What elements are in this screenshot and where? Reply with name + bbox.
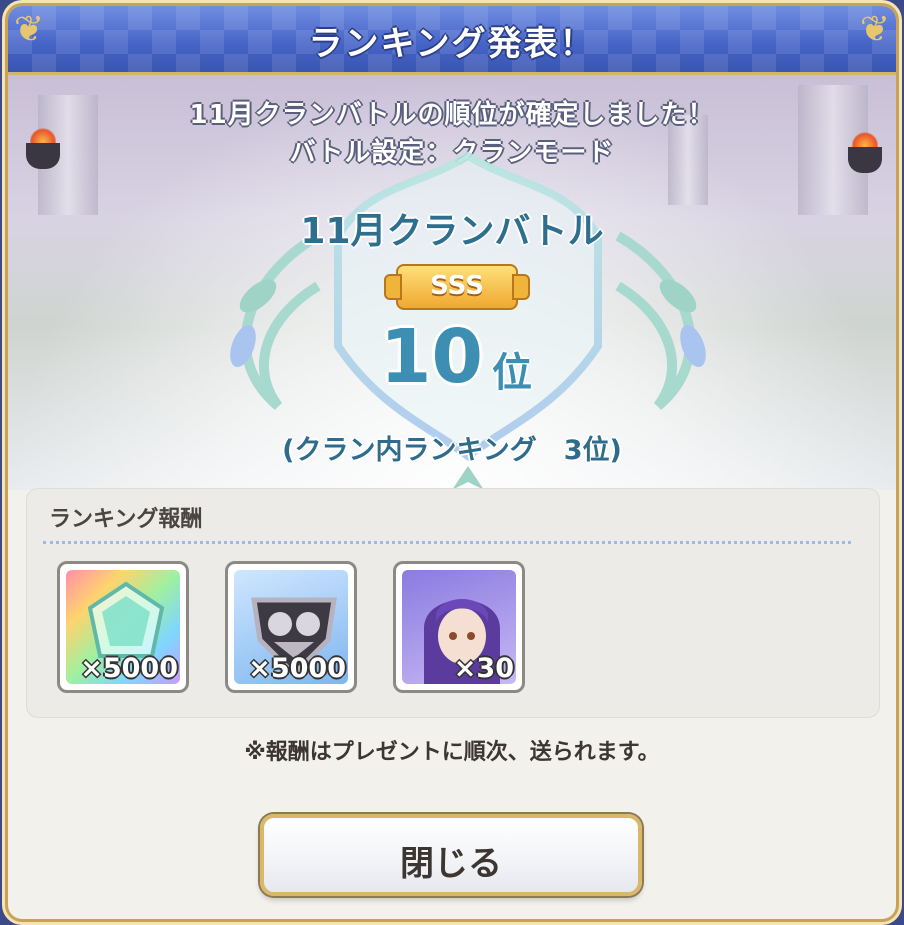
clan-battle-name: 11月クランバトル: [300, 211, 604, 252]
reward-item-memory-piece[interactable]: ×30: [393, 561, 525, 693]
reward-heading: ランキング報酬: [49, 507, 203, 532]
ranking-reward-panel: ランキング報酬 ×5000 ×5000 ×30: [26, 488, 880, 718]
dialog-title: ランキング発表！: [308, 24, 596, 64]
ranking-announcement-dialog: ❦ ❦ ランキング発表！ 11月クランバトルの順位が確定しました！ バトル設定：…: [8, 6, 896, 919]
close-button-label: 閉じる: [400, 844, 502, 884]
reward-quantity: ×30: [453, 653, 514, 684]
rank-suffix: 位: [492, 350, 532, 396]
close-button[interactable]: 閉じる: [260, 814, 642, 896]
rank-number: 10: [380, 314, 483, 400]
reward-item-jewel[interactable]: ×5000: [57, 561, 189, 693]
reward-quantity: ×5000: [248, 653, 346, 684]
reward-quantity: ×5000: [80, 653, 178, 684]
rank-grade-badge: SSS: [384, 264, 530, 310]
reward-delivery-note: ※報酬はプレゼントに順次、送られます。: [244, 740, 660, 765]
reward-divider: [43, 541, 851, 544]
clan-internal-ranking: (クラン内ランキング 3位): [282, 435, 622, 466]
dialog-title-bar: ❦ ❦ ランキング発表！: [8, 6, 896, 75]
reward-item-clan-coin[interactable]: ×5000: [225, 561, 357, 693]
